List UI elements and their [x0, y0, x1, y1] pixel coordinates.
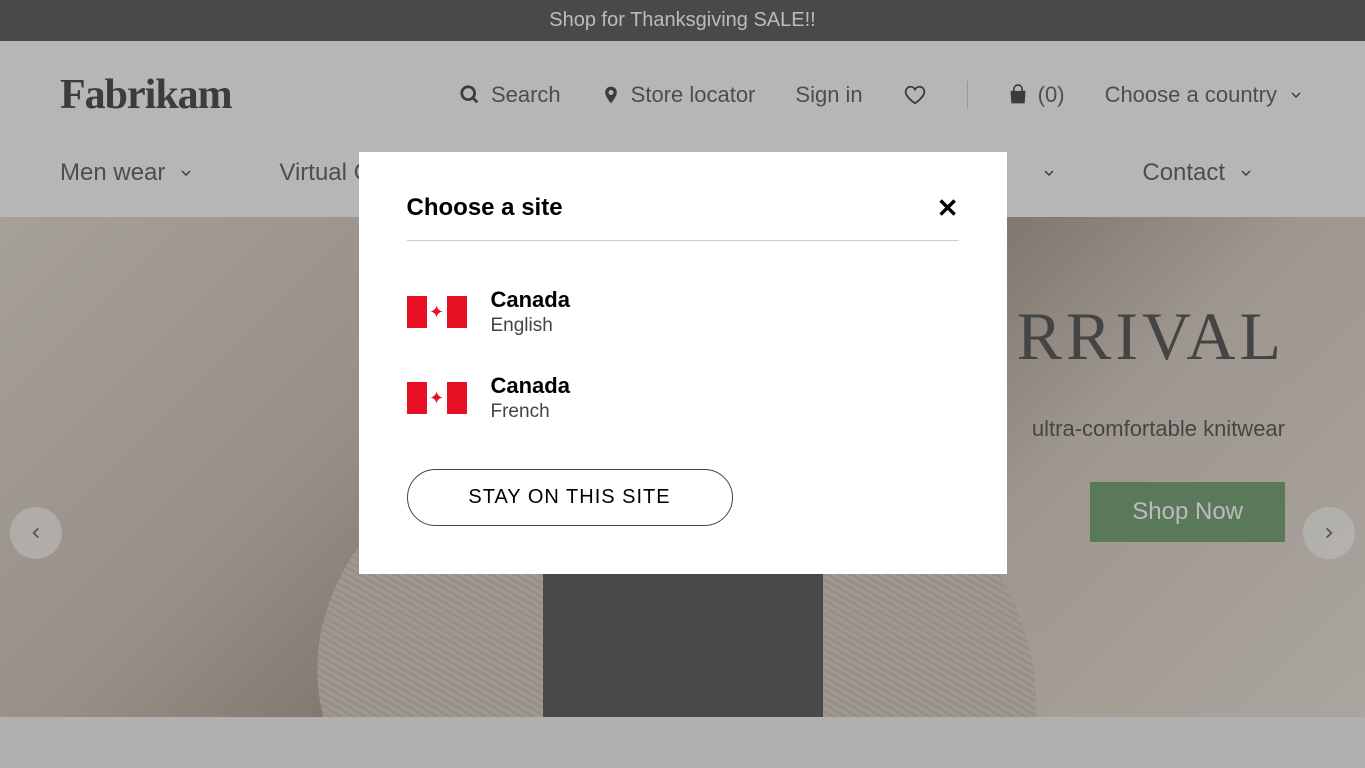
canada-flag-icon: ✦: [407, 296, 467, 328]
close-icon: ✕: [937, 193, 959, 223]
site-option-canada-english[interactable]: ✦ Canada English: [407, 287, 959, 337]
stay-on-site-button[interactable]: STAY ON THIS SITE: [407, 469, 733, 526]
modal-close-button[interactable]: ✕: [937, 195, 959, 221]
site-country: Canada: [491, 287, 570, 313]
site-language: French: [491, 401, 570, 423]
site-language: English: [491, 315, 570, 337]
modal-title: Choose a site: [407, 194, 563, 222]
site-option-canada-french[interactable]: ✦ Canada French: [407, 373, 959, 423]
canada-flag-icon: ✦: [407, 382, 467, 414]
modal-overlay[interactable]: Choose a site ✕ ✦ Canada English ✦: [0, 0, 1365, 768]
site-picker-modal: Choose a site ✕ ✦ Canada English ✦: [359, 152, 1007, 574]
site-country: Canada: [491, 373, 570, 399]
